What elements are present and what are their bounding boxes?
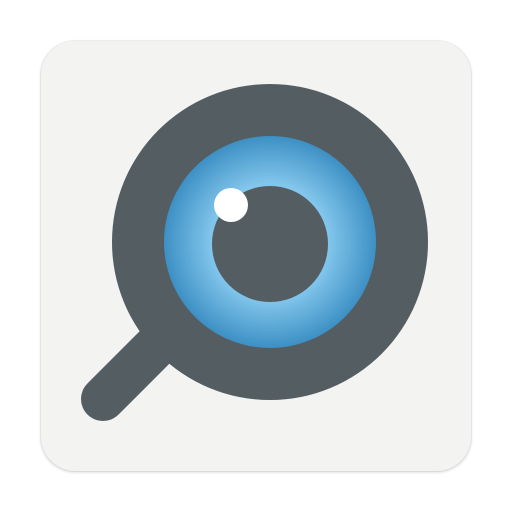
app-icon[interactable] — [0, 0, 512, 512]
eye-highlight — [214, 188, 248, 222]
magnifier-eye-icon — [81, 84, 428, 421]
magnifier-handle — [81, 318, 184, 421]
